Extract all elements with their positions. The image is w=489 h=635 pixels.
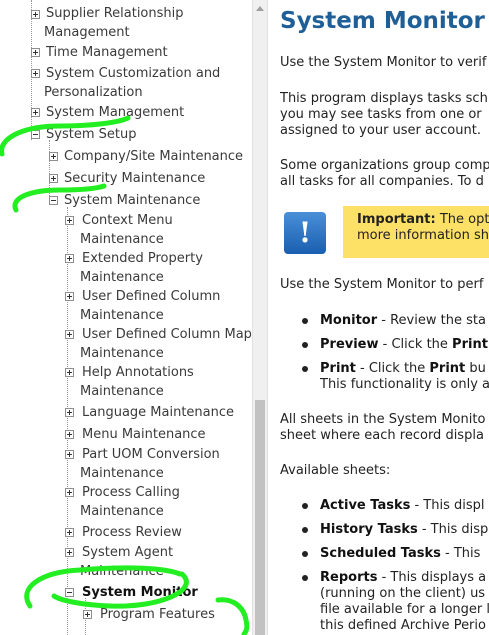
annotation-stroke-system-maintenance: [12, 183, 107, 213]
annotation-stroke-system-setup: [0, 115, 131, 157]
annotation-stroke-program-features: [215, 597, 250, 635]
annotation-marks: [0, 115, 250, 635]
annotation-stroke-system-monitor: [24, 565, 189, 609]
